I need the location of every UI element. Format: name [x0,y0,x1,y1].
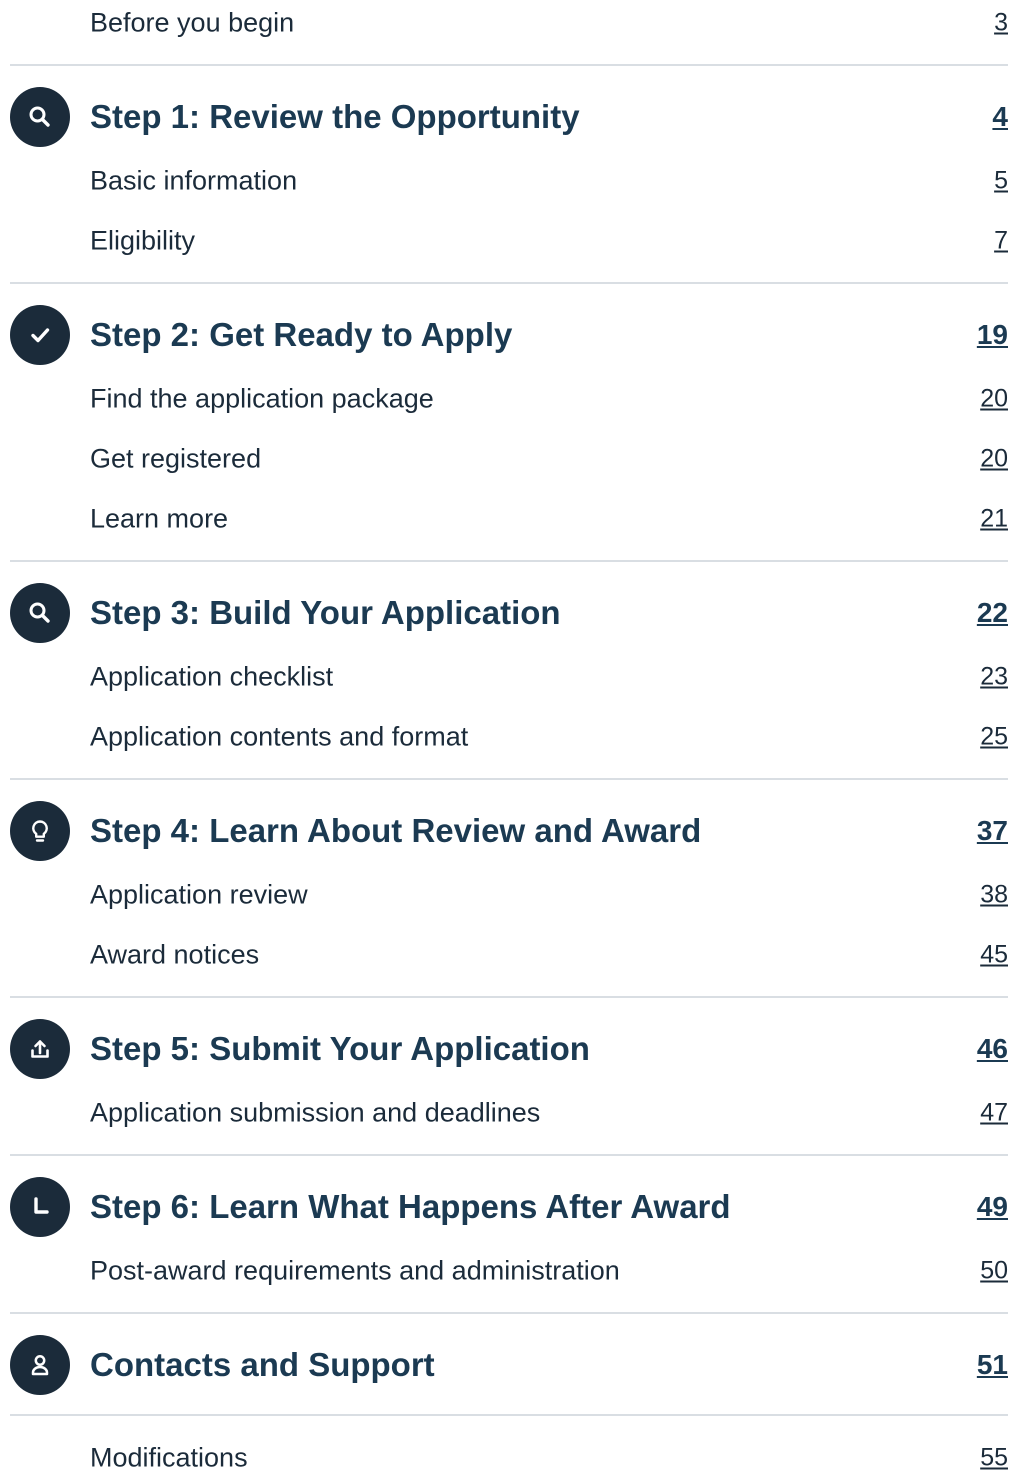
toc-entry-modifications[interactable]: Modifications 55 [10,1438,1008,1478]
toc-step-4[interactable]: Step 4: Learn About Review and Award 37 [10,801,1008,861]
toc-contacts[interactable]: Contacts and Support 51 [10,1335,1008,1395]
section-divider [10,778,1008,780]
toc-entry-label: Modifications [90,1442,248,1473]
person-icon [10,1335,70,1395]
toc-entry-label: Learn more [90,503,229,534]
toc-entry-label: Find the application package [90,383,434,414]
toc-page-link[interactable]: 20 [980,445,1008,474]
toc-page-link[interactable]: 49 [977,1191,1008,1223]
toc-step-5[interactable]: Step 5: Submit Your Application 46 [10,1019,1008,1079]
search-icon [10,87,70,147]
toc-page-link[interactable]: 45 [980,941,1008,970]
toc-page-link[interactable]: 25 [980,723,1008,752]
toc-page-link[interactable]: 22 [977,597,1008,629]
toc-page-link[interactable]: 7 [994,227,1008,256]
toc-page-link[interactable]: 19 [977,319,1008,351]
toc-entry-label: Basic information [90,165,298,196]
toc-step-title: Step 2: Get Ready to Apply [90,316,513,353]
toc-entry-label: Post-award requirements and administrati… [90,1255,620,1286]
toc-entry-label: Before you begin [90,7,295,38]
toc-step-title: Step 5: Submit Your Application [90,1030,590,1067]
toc-entry-label: Application contents and format [90,721,469,752]
toc-step-title: Step 1: Review the Opportunity [90,98,580,135]
section-divider [10,996,1008,998]
toc-page-link[interactable]: 55 [980,1444,1008,1473]
section-divider [10,1154,1008,1156]
toc-entry[interactable]: Application submission and deadlines 47 [10,1093,1008,1133]
toc-entry-label: Get registered [90,443,262,474]
toc-entry-label: Application checklist [90,661,334,692]
toc-step-title: Step 6: Learn What Happens After Award [90,1188,731,1225]
section-divider [10,560,1008,562]
toc-entry[interactable]: Learn more 21 [10,499,1008,539]
lightbulb-icon [10,801,70,861]
toc-entry[interactable]: Application checklist 23 [10,657,1008,697]
toc-entry-label: Eligibility [90,225,196,256]
toc-step-title: Step 4: Learn About Review and Award [90,812,702,849]
toc-page-link[interactable]: 20 [980,385,1008,414]
toc-page-link[interactable]: 21 [980,505,1008,534]
toc-entry[interactable]: Get registered 20 [10,439,1008,479]
search-icon [10,583,70,643]
toc-entry[interactable]: Eligibility 7 [10,221,1008,261]
toc-page-link[interactable]: 50 [980,1257,1008,1286]
toc-entry[interactable]: Post-award requirements and administrati… [10,1251,1008,1291]
upload-icon [10,1019,70,1079]
toc-page-link[interactable]: 23 [980,663,1008,692]
toc-entry[interactable]: Award notices 45 [10,935,1008,975]
toc-entry[interactable]: Application review 38 [10,875,1008,915]
toc-entry-label: Award notices [90,939,260,970]
section-divider [10,1312,1008,1314]
toc-step-2[interactable]: Step 2: Get Ready to Apply 19 [10,305,1008,365]
toc-entry[interactable]: Application contents and format 25 [10,717,1008,757]
toc-step-title: Contacts and Support [90,1346,435,1383]
toc-page-link[interactable]: 5 [994,167,1008,196]
toc-page-link[interactable]: 3 [994,9,1008,38]
toc-entry[interactable]: Find the application package 20 [10,379,1008,419]
toc-entry[interactable]: Basic information 5 [10,161,1008,201]
section-divider [10,64,1008,66]
section-divider [10,282,1008,284]
toc-page-link[interactable]: 38 [980,881,1008,910]
clock-icon [10,1177,70,1237]
toc-page-link[interactable]: 51 [977,1349,1008,1381]
checkmark-icon [10,305,70,365]
toc-entry-label: Application submission and deadlines [90,1097,541,1128]
toc-page-link[interactable]: 4 [992,101,1008,133]
toc-step-6[interactable]: Step 6: Learn What Happens After Award 4… [10,1177,1008,1237]
toc-page-link[interactable]: 37 [977,815,1008,847]
toc-step-title: Step 3: Build Your Application [90,594,561,631]
toc-step-1[interactable]: Step 1: Review the Opportunity 4 [10,87,1008,147]
toc-entry-before-you-begin[interactable]: Before you begin 3 [10,3,1008,43]
toc-page-link[interactable]: 47 [980,1099,1008,1128]
toc-entry-label: Application review [90,879,308,910]
toc-page-link[interactable]: 46 [977,1033,1008,1065]
section-divider [10,1414,1008,1416]
toc-step-3[interactable]: Step 3: Build Your Application 22 [10,583,1008,643]
